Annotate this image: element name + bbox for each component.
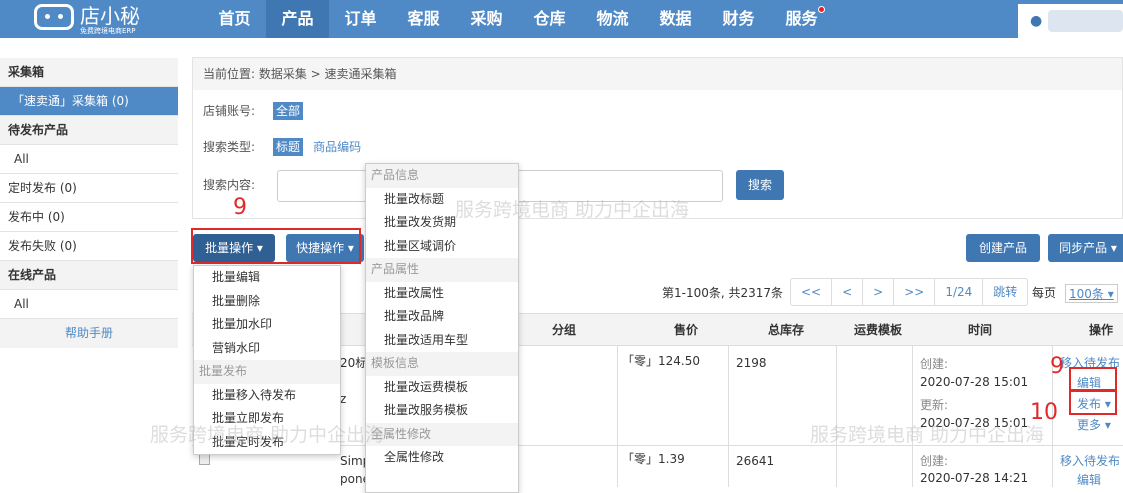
edit-link[interactable]: 编辑 [1077,471,1101,488]
highlight-box [1069,390,1117,415]
sidebar-section-header: 采集箱 [0,58,178,87]
nav-item-1[interactable]: 产品 [266,0,329,38]
top-header: 店小秘 免费跨境电商ERP 首页 产品 订单 客服 采购 仓库 物流 数据 财务 服务 ● [0,0,1123,38]
col-group: 分组 [552,323,577,337]
filter-panel: 当前位置: 数据采集 > 速卖通采集箱 店铺账号: 全部 搜索类型: 标题 商品编码 … [192,57,1123,219]
shop-all-tag[interactable]: 全部 [273,102,304,120]
menu-group-header: 全属性修改 [366,422,518,446]
highlight-box [191,228,361,264]
col-time: 时间 [968,323,993,337]
menu-item[interactable]: 批量改发货期 [366,211,518,235]
nav-item-2[interactable]: 订单 [329,0,392,38]
create-product-button[interactable]: 创建产品 [966,234,1040,262]
sidebar-section-header: 待发布产品 [0,116,178,145]
menu-group-header: 产品属性 [366,258,518,282]
sidebar-section-header: 在线产品 [0,261,178,290]
pagination: << < > >> 1/24 跳转 [790,278,1029,306]
menu-item[interactable]: 全属性修改 [366,446,518,470]
nav-item-3[interactable]: 客服 [392,0,455,38]
sidebar-item[interactable]: All [0,290,178,319]
notification-dot [818,6,825,13]
sidebar: 采集箱 「速卖通」采集箱 (0) 待发布产品 All 定时发布 (0) 发布中 (0) 发布… [0,58,178,348]
step-label: 10 [1030,400,1058,425]
help-link[interactable]: 帮助手册 [0,319,178,348]
nav-item-5[interactable]: 仓库 [518,0,581,38]
sidebar-item[interactable]: 定时发布 (0) [0,174,178,203]
nav-item-9[interactable]: 服务 [770,0,833,38]
menu-item[interactable]: 批量加水印 [194,313,340,337]
user-icon: ● [1030,13,1043,29]
username-blurred [1048,10,1123,32]
menu-item[interactable]: 批量立即发布 [194,407,340,431]
menu-item[interactable]: 批量编辑 [194,266,340,290]
sidebar-item[interactable]: 发布中 (0) [0,203,178,232]
pagination-button[interactable]: 跳转 [983,279,1027,305]
col-shipping-template: 运费模板 [854,323,903,337]
menu-group-header: 模板信息 [366,352,518,376]
search-content-label: 搜索内容: [203,178,256,192]
nav-item-7[interactable]: 数据 [644,0,707,38]
more-dropdown[interactable]: 更多 ▾ [1077,416,1111,433]
main-nav: 首页 产品 订单 客服 采购 仓库 物流 数据 财务 服务 [203,0,833,38]
pagination-button[interactable]: 1/24 [935,279,984,305]
nav-item-8[interactable]: 财务 [707,0,770,38]
search-type-label: 搜索类型: [203,140,256,154]
col-stock: 总库存 [768,323,805,337]
menu-item[interactable]: 批量改标题 [366,188,518,212]
pagination-summary: 第1-100条, 共2317条 [662,286,784,300]
batch-operation-menu: 批量编辑 批量删除 批量加水印 营销水印 批量发布 批量移入待发布 批量立即发布 批量定时发布 [193,265,341,455]
menu-item[interactable]: 批量改适用车型 [366,329,518,353]
nav-item-4[interactable]: 采购 [455,0,518,38]
pagination-button[interactable]: > [863,279,895,305]
menu-item[interactable]: 批量删除 [194,290,340,314]
per-page-select[interactable]: 100条 ▾ [1065,284,1118,303]
menu-item[interactable]: 批量定时发布 [194,431,340,455]
shop-label: 店铺账号: [203,104,256,118]
robot-logo-icon [34,4,74,30]
menu-item[interactable]: 营销水印 [194,337,340,361]
pagination-button[interactable]: < [832,279,864,305]
quick-operation-menu: 产品信息 批量改标题 批量改发货期 批量区域调价 产品属性 批量改属性 批量改品牌 批量改适用… [365,163,519,493]
search-button[interactable]: 搜索 [736,170,784,200]
per-page-label: 每页 [1032,286,1057,300]
move-to-pending-link[interactable]: 移入待发布 [1060,452,1120,469]
sync-product-button[interactable]: 同步产品 ▾ [1048,234,1123,262]
menu-group-header: 产品信息 [366,164,518,188]
step-label: 9 [233,195,247,220]
menu-item[interactable]: 批量改品牌 [366,305,518,329]
pagination-button[interactable]: << [791,279,833,305]
search-type-sku[interactable]: 商品编码 [313,140,361,154]
menu-group-header: 批量发布 [194,360,340,384]
row-checkbox[interactable] [199,454,210,465]
col-price: 售价 [674,323,699,337]
sidebar-item[interactable]: All [0,145,178,174]
menu-item[interactable]: 批量改服务模板 [366,399,518,423]
menu-item[interactable]: 批量改运费模板 [366,376,518,400]
highlight-box [1069,367,1117,391]
menu-item[interactable]: 批量改属性 [366,282,518,306]
user-menu[interactable]: ● [1018,4,1123,38]
step-label: 9 [1050,354,1064,379]
col-actions: 操作 [1089,323,1114,337]
nav-item-0[interactable]: 首页 [203,0,266,38]
search-type-title[interactable]: 标题 [273,138,304,156]
menu-item[interactable]: 批量移入待发布 [194,384,340,408]
breadcrumb: 当前位置: 数据采集 > 速卖通采集箱 [193,58,1122,90]
sidebar-item[interactable]: 发布失败 (0) [0,232,178,261]
nav-item-6[interactable]: 物流 [581,0,644,38]
menu-item[interactable]: 批量区域调价 [366,235,518,259]
sidebar-item[interactable]: 「速卖通」采集箱 (0) [0,87,178,116]
pagination-button[interactable]: >> [894,279,936,305]
